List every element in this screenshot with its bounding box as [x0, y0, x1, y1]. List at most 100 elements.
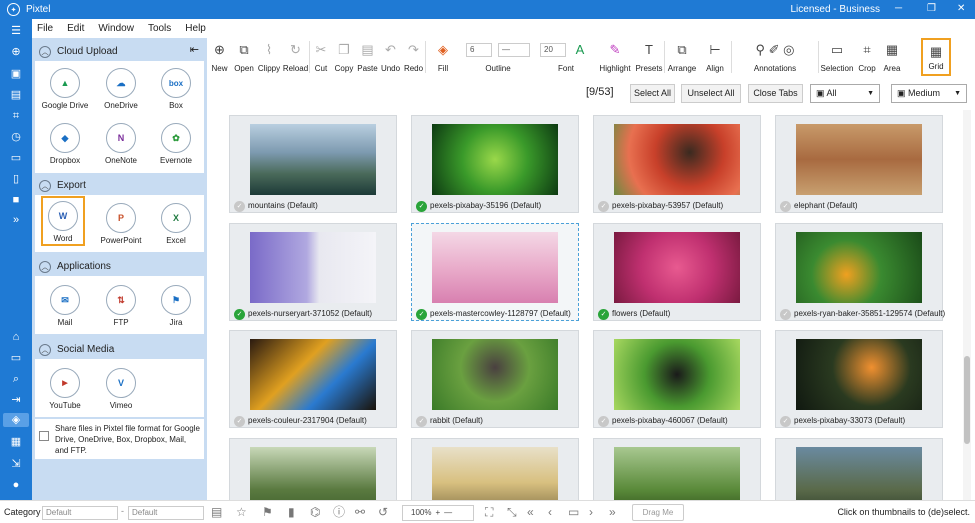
- select-all-button[interactable]: Select All: [630, 84, 675, 103]
- thumbnail-image[interactable]: [796, 447, 922, 500]
- export-icon[interactable]: ⇥: [8, 393, 24, 407]
- folder-icon[interactable]: ▭: [8, 351, 24, 365]
- zoom-control[interactable]: 100% + —: [402, 505, 474, 521]
- subcategory-select[interactable]: Default: [128, 506, 204, 520]
- section-applications[interactable]: ︿ Applications: [35, 257, 204, 276]
- region-icon[interactable]: ⌗: [8, 109, 24, 123]
- area-button[interactable]: ▦ Area: [879, 38, 905, 76]
- section-social-media[interactable]: ︿ Social Media: [35, 340, 204, 359]
- jira-tile[interactable]: ⚑ Jira: [148, 285, 204, 327]
- info-icon[interactable]: ⓘ: [333, 505, 345, 519]
- page-icon[interactable]: ▭: [568, 505, 579, 519]
- onedrive-tile[interactable]: ☁ OneDrive: [93, 68, 149, 110]
- checkmark-icon[interactable]: ✓: [234, 201, 245, 212]
- thumbnail-card[interactable]: ✓ pexels-mastercowley-1128797 (Default): [411, 223, 579, 321]
- thumbnail-image[interactable]: [614, 124, 740, 195]
- font-control[interactable]: 20 A Font: [536, 38, 596, 76]
- thumbnail-image[interactable]: [432, 232, 558, 303]
- thumbnail-card[interactable]: ✓ pexels-pixabay-53957 (Default): [593, 115, 761, 213]
- thumbnail-size-select[interactable]: ▣ Medium ▼: [891, 84, 967, 103]
- paste-button[interactable]: ▤ Paste: [356, 38, 379, 76]
- checkmark-icon[interactable]: ✓: [416, 416, 427, 427]
- dropbox-tile[interactable]: ◆ Dropbox: [37, 123, 93, 165]
- checkmark-icon[interactable]: ✓: [598, 201, 609, 212]
- zoom-out-icon[interactable]: —: [444, 508, 452, 517]
- section-export[interactable]: ︿ Export: [35, 176, 204, 195]
- checkmark-icon[interactable]: ✓: [780, 309, 791, 320]
- history-icon[interactable]: ↺: [378, 505, 388, 519]
- reload-button[interactable]: ↻ Reload: [282, 38, 309, 76]
- copy-button[interactable]: ❐ Copy: [332, 38, 356, 76]
- highlight-button[interactable]: ✎ Highlight: [596, 38, 634, 76]
- thumbnail-image[interactable]: [614, 339, 740, 410]
- thumbnail-image[interactable]: [250, 447, 376, 500]
- fit-icon[interactable]: ⛶: [485, 505, 493, 519]
- drag-me-button[interactable]: Drag Me: [632, 504, 684, 521]
- checkmark-icon[interactable]: ✓: [234, 416, 245, 427]
- flag-icon[interactable]: ⚑: [262, 505, 273, 519]
- window-icon[interactable]: ▭: [8, 151, 24, 165]
- font-size-select[interactable]: 20: [540, 43, 566, 57]
- undo-button[interactable]: ↶ Undo: [379, 38, 402, 76]
- mail-tile[interactable]: ✉ Mail: [37, 285, 93, 327]
- open-button[interactable]: ⧉ Open: [232, 38, 256, 76]
- last-page-icon[interactable]: »: [609, 505, 616, 519]
- share-icon[interactable]: ◈: [3, 413, 29, 427]
- contacts-icon[interactable]: ▦: [8, 435, 24, 449]
- align-button[interactable]: ⊢ Align: [699, 38, 731, 76]
- thumbnail-image[interactable]: [432, 124, 558, 195]
- menu-edit[interactable]: Edit: [67, 23, 84, 34]
- thumbnail-card[interactable]: ✓: [593, 438, 761, 500]
- thumbnail-card[interactable]: ✓ pexels-couleur-2317904 (Default): [229, 330, 397, 428]
- first-page-icon[interactable]: «: [527, 505, 534, 519]
- thumbnail-card[interactable]: ✓ flowers (Default): [593, 223, 761, 321]
- outline-width-select[interactable]: 6: [466, 43, 492, 57]
- thumbnail-card[interactable]: ✓: [411, 438, 579, 500]
- thumbnail-card[interactable]: ✓ pexels-ryan-baker-35851-129574 (Default…: [775, 223, 945, 321]
- section-cloud-upload[interactable]: ︿ Cloud Upload: [35, 42, 204, 61]
- prev-page-icon[interactable]: ‹: [548, 505, 552, 519]
- selection-button[interactable]: ▭ Selection: [819, 38, 855, 76]
- thumbnail-card[interactable]: ✓: [775, 438, 943, 500]
- capture-icon[interactable]: ▣: [8, 67, 24, 81]
- thumbnail-card[interactable]: ✓ elephant (Default): [775, 115, 943, 213]
- redo-button[interactable]: ↷ Redo: [402, 38, 425, 76]
- home-icon[interactable]: ⌂: [8, 330, 24, 344]
- thumbnail-image[interactable]: [250, 339, 376, 410]
- thumbnail-image[interactable]: [796, 232, 922, 303]
- scroll-icon[interactable]: ▯: [8, 172, 24, 186]
- powerpoint-tile[interactable]: P PowerPoint: [93, 203, 149, 245]
- link-icon[interactable]: ⚯: [355, 505, 365, 519]
- menu-file[interactable]: File: [37, 23, 53, 34]
- cut-button[interactable]: ✂ Cut: [310, 38, 332, 76]
- thumbnail-image[interactable]: [796, 124, 922, 195]
- close-icon[interactable]: ✕: [957, 3, 965, 14]
- thumbnail-image[interactable]: [250, 232, 376, 303]
- youtube-tile[interactable]: ▶ YouTube: [37, 368, 93, 410]
- thumbnail-card[interactable]: ✓: [229, 438, 397, 500]
- minimize-icon[interactable]: ─: [895, 3, 902, 14]
- outline-control[interactable]: 6— Outline: [460, 38, 536, 76]
- video-icon[interactable]: ■: [8, 193, 24, 207]
- menu-tools[interactable]: Tools: [148, 23, 171, 34]
- login-icon[interactable]: ⇲: [8, 457, 24, 471]
- bookmark-icon[interactable]: ▮: [288, 505, 295, 519]
- checkmark-icon[interactable]: ✓: [780, 201, 791, 212]
- arrange-button[interactable]: ⧉ Arrange: [665, 38, 699, 76]
- thumbnail-image[interactable]: [614, 447, 740, 500]
- thumbnail-card[interactable]: ✓ mountains (Default): [229, 115, 397, 213]
- google-drive-tile[interactable]: ▲ Google Drive: [37, 68, 93, 110]
- list-icon[interactable]: ▤: [211, 505, 222, 519]
- thumbnail-image[interactable]: [796, 339, 922, 410]
- star-icon[interactable]: ☆: [236, 505, 247, 519]
- timer-icon[interactable]: ◷: [8, 130, 24, 144]
- user-icon[interactable]: ●: [8, 478, 24, 492]
- crop-button[interactable]: ⌗ Crop: [855, 38, 879, 76]
- checkmark-icon[interactable]: ✓: [416, 201, 427, 212]
- search-icon[interactable]: ⌕: [8, 372, 24, 386]
- word-tile[interactable]: W Word: [41, 196, 85, 246]
- thumbnail-image[interactable]: [432, 447, 558, 500]
- grid-button[interactable]: ▦ Grid: [921, 38, 951, 76]
- box-tile[interactable]: box Box: [148, 68, 204, 110]
- annotations-button[interactable]: ⚲ ✐ ◎ Annotations: [732, 38, 818, 76]
